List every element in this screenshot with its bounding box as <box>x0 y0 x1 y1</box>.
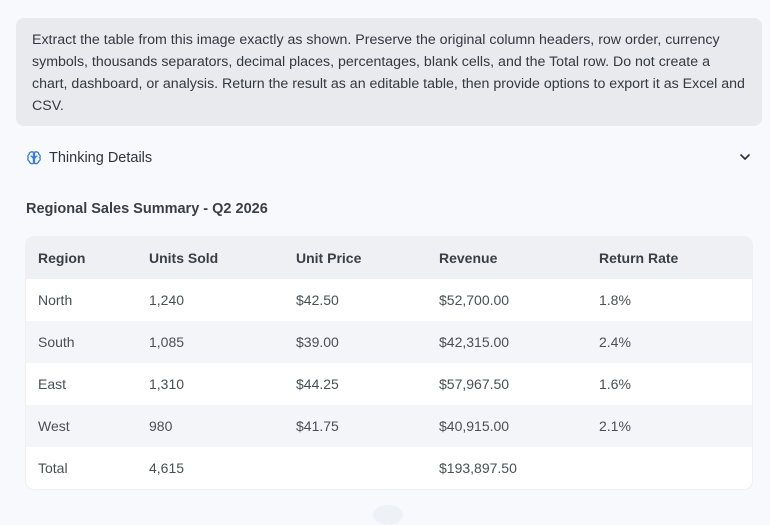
table-row: West 980 $41.75 $40,915.00 2.1% <box>26 405 752 447</box>
table-cell: $57,967.50 <box>439 376 510 392</box>
column-header-revenue: Revenue <box>427 237 587 279</box>
column-header-return-rate: Return Rate <box>587 237 752 279</box>
user-prompt-bubble: Extract the table from this image exactl… <box>16 18 762 126</box>
table-row: North 1,240 $42.50 $52,700.00 1.8% <box>26 279 752 321</box>
table-cell: $42,315.00 <box>427 321 587 363</box>
user-prompt-text: Extract the table from this image exactl… <box>32 32 745 114</box>
table-cell: 1,085 <box>137 321 284 363</box>
table-cell: 1,310 <box>149 376 185 392</box>
table-cell: 980 <box>137 405 284 447</box>
table-cell: 1.6% <box>599 376 631 392</box>
table-cell <box>587 447 752 489</box>
column-header-region: Region <box>26 237 137 279</box>
thinking-details-label: Thinking Details <box>49 150 153 166</box>
table-cell: $44.25 <box>296 376 339 392</box>
table-cell: $39.00 <box>284 321 427 363</box>
table-cell: 4,615 <box>149 460 185 476</box>
table-title: Regional Sales Summary - Q2 2026 <box>26 201 268 217</box>
table-cell <box>284 447 427 489</box>
table-total-row: Total 4,615 $193,897.50 <box>26 447 752 489</box>
table-cell: 1.8% <box>599 292 631 308</box>
column-header-units-sold: Units Sold <box>137 237 284 279</box>
table-cell: Total <box>38 460 68 476</box>
chevron-down-icon[interactable] <box>738 150 752 164</box>
table-cell: South <box>26 321 137 363</box>
table-row: East 1,310 $44.25 $57,967.50 1.6% <box>26 363 752 405</box>
table-cell: $40,915.00 <box>427 405 587 447</box>
table-cell: $41.75 <box>284 405 427 447</box>
table-cell: West <box>26 405 137 447</box>
brain-icon <box>26 150 42 166</box>
table-row: South 1,085 $39.00 $42,315.00 2.4% <box>26 321 752 363</box>
table-cell: 2.4% <box>587 321 752 363</box>
thinking-details-toggle[interactable]: Thinking Details <box>26 146 754 170</box>
table-cell: 1,240 <box>149 292 185 308</box>
table-cell: $42.50 <box>296 292 339 308</box>
table-cell: $52,700.00 <box>439 292 510 308</box>
table-cell: $193,897.50 <box>439 460 517 476</box>
column-header-unit-price: Unit Price <box>284 237 427 279</box>
table-cell: East <box>38 376 67 392</box>
sales-table: Region Units Sold Unit Price Revenue Ret… <box>26 237 752 489</box>
table-header-row: Region Units Sold Unit Price Revenue Ret… <box>26 237 752 279</box>
scroll-indicator <box>373 505 403 525</box>
table-cell: 2.1% <box>587 405 752 447</box>
table-cell: North <box>38 292 73 308</box>
